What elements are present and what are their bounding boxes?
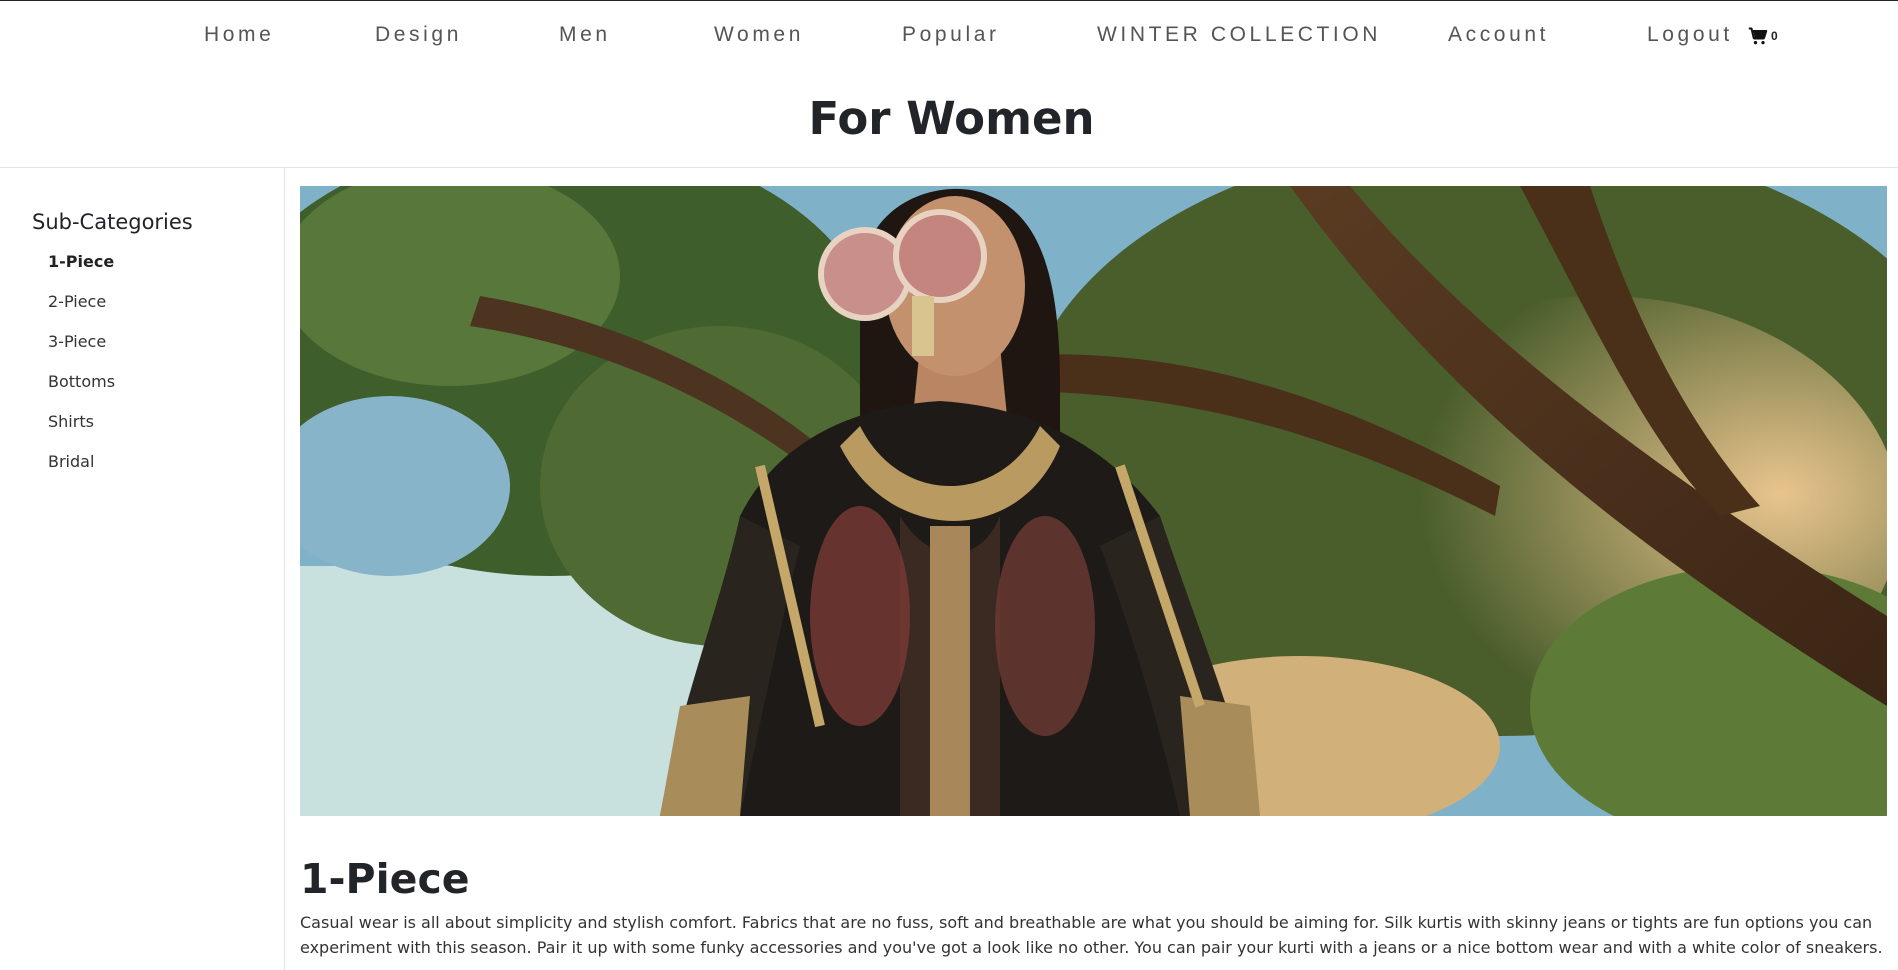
nav-account[interactable]: Account (1448, 23, 1549, 47)
nav-logout[interactable]: Logout (1647, 23, 1733, 47)
sidebar-title: Sub-Categories (32, 210, 193, 234)
nav-home[interactable]: Home (204, 23, 274, 47)
sidebar: Sub-Categories 1-Piece 2-Piece 3-Piece B… (0, 168, 285, 970)
hero-banner-image (300, 186, 1887, 816)
nav-winter-collection[interactable]: WINTER COLLECTION (1097, 23, 1381, 47)
subcategory-shirts[interactable]: Shirts (48, 412, 115, 452)
subcategory-bottoms[interactable]: Bottoms (48, 372, 115, 412)
nav-design[interactable]: Design (375, 23, 462, 47)
shopping-cart-icon (1748, 27, 1768, 45)
subcategory-bridal[interactable]: Bridal (48, 452, 115, 492)
main-nav: Home Design Men Women Popular WINTER COL… (0, 1, 1898, 69)
nav-popular[interactable]: Popular (902, 23, 1000, 47)
cart-count-badge: 0 (1771, 29, 1778, 43)
subcategory-3-piece[interactable]: 3-Piece (48, 332, 115, 372)
cart-button[interactable]: 0 (1748, 25, 1778, 47)
subcategory-list: 1-Piece 2-Piece 3-Piece Bottoms Shirts B… (48, 252, 115, 492)
subcategory-1-piece[interactable]: 1-Piece (48, 252, 115, 292)
page-title: For Women (808, 92, 1095, 145)
content-heading: 1-Piece (300, 855, 470, 903)
subcategory-2-piece[interactable]: 2-Piece (48, 292, 115, 332)
nav-women[interactable]: Women (714, 23, 804, 47)
content-description: Casual wear is all about simplicity and … (300, 913, 1883, 957)
nav-men[interactable]: Men (559, 23, 611, 47)
